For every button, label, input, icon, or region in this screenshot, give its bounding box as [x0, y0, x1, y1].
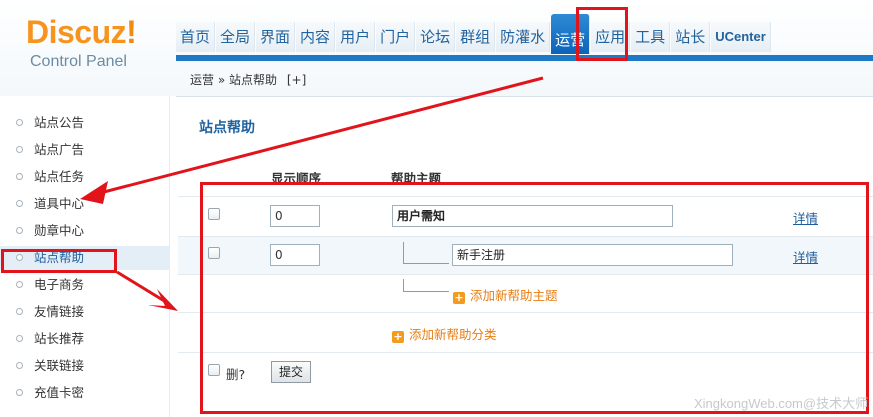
top-nav: 首页 全局 界面 内容 用户 门户 论坛 群组 防灌水 运营 应用 工具 站长 … — [176, 14, 772, 54]
bullet-icon — [16, 389, 23, 396]
sidebar-item-medals[interactable]: 勋章中心 — [0, 219, 170, 243]
sidebar-item-announcements[interactable]: 站点公告 — [0, 111, 170, 135]
sidebar-item-label: 站长推荐 — [34, 331, 85, 346]
logo-bang: ! — [126, 14, 137, 50]
logo-subtitle: Control Panel — [30, 53, 127, 70]
nav-item-users[interactable]: 用户 — [336, 22, 376, 52]
nav-item-ucenter[interactable]: UCenter — [711, 22, 771, 52]
nav-underline-bar — [176, 55, 873, 61]
nav-item-interface[interactable]: 界面 — [256, 22, 296, 52]
sidebar-item-label: 电子商务 — [34, 277, 85, 292]
discuz-logo[interactable]: Discuz! Control Panel — [0, 0, 170, 96]
breadcrumb-page: 站点帮助 — [229, 73, 278, 87]
sidebar-item-recommend[interactable]: 站长推荐 — [0, 327, 170, 351]
logo-wordmark: Discuz! — [26, 14, 137, 51]
sidebar-item-card-codes[interactable]: 充值卡密 — [0, 381, 170, 405]
annotation-box-help-table — [200, 182, 869, 414]
sidebar-item-tasks[interactable]: 站点任务 — [0, 165, 170, 189]
bullet-icon — [16, 119, 23, 126]
page-title: 站点帮助 — [199, 120, 255, 136]
bullet-icon — [16, 173, 23, 180]
logo-word: Discuz — [26, 14, 127, 50]
sidebar-item-ads[interactable]: 站点广告 — [0, 138, 170, 162]
sidebar-item-ecommerce[interactable]: 电子商务 — [0, 273, 170, 297]
bullet-icon — [16, 362, 23, 369]
nav-item-webmaster[interactable]: 站长 — [671, 22, 711, 52]
sidebar-item-related-links[interactable]: 关联链接 — [0, 354, 170, 378]
admin-control-panel: Discuz! Control Panel 首页 全局 界面 内容 用户 门户 … — [0, 0, 873, 417]
sidebar-item-label: 站点任务 — [34, 169, 85, 184]
nav-item-global[interactable]: 全局 — [216, 22, 256, 52]
header: Discuz! Control Panel 首页 全局 界面 内容 用户 门户 … — [0, 0, 873, 97]
bullet-icon — [16, 146, 23, 153]
sidebar-item-label: 道具中心 — [34, 196, 85, 211]
nav-item-portal[interactable]: 门户 — [376, 22, 416, 52]
watermark: XingkongWeb.com@技术大师 — [694, 396, 869, 411]
nav-item-home[interactable]: 首页 — [176, 22, 216, 52]
sidebar-item-label: 关联链接 — [34, 358, 85, 373]
sidebar-item-magic-center[interactable]: 道具中心 — [0, 192, 170, 216]
nav-item-tools[interactable]: 工具 — [631, 22, 671, 52]
annotation-box-site-help-item — [1, 249, 117, 273]
nav-item-groups[interactable]: 群组 — [456, 22, 496, 52]
breadcrumb-add-shortcut[interactable]: [+] — [287, 73, 306, 87]
breadcrumb: 运营 » 站点帮助 [+] — [190, 71, 306, 88]
sidebar-item-friend-links[interactable]: 友情链接 — [0, 300, 170, 324]
sidebar-item-label: 友情链接 — [34, 304, 85, 319]
sidebar-item-label: 站点广告 — [34, 142, 85, 157]
bullet-icon — [16, 335, 23, 342]
annotation-box-operations-tab — [576, 7, 628, 61]
sidebar-item-label: 充值卡密 — [34, 385, 85, 400]
sidebar-item-label: 站点公告 — [34, 115, 85, 130]
bullet-icon — [16, 281, 23, 288]
bullet-icon — [16, 308, 23, 315]
bullet-icon — [16, 227, 23, 234]
breadcrumb-section[interactable]: 运营 — [190, 73, 214, 87]
bullet-icon — [16, 200, 23, 207]
breadcrumb-divider — [176, 96, 873, 97]
nav-item-content[interactable]: 内容 — [296, 22, 336, 52]
nav-item-antispam[interactable]: 防灌水 — [496, 22, 551, 52]
nav-item-forum[interactable]: 论坛 — [416, 22, 456, 52]
sidebar-item-label: 勋章中心 — [34, 223, 85, 238]
breadcrumb-separator: » — [217, 73, 226, 87]
